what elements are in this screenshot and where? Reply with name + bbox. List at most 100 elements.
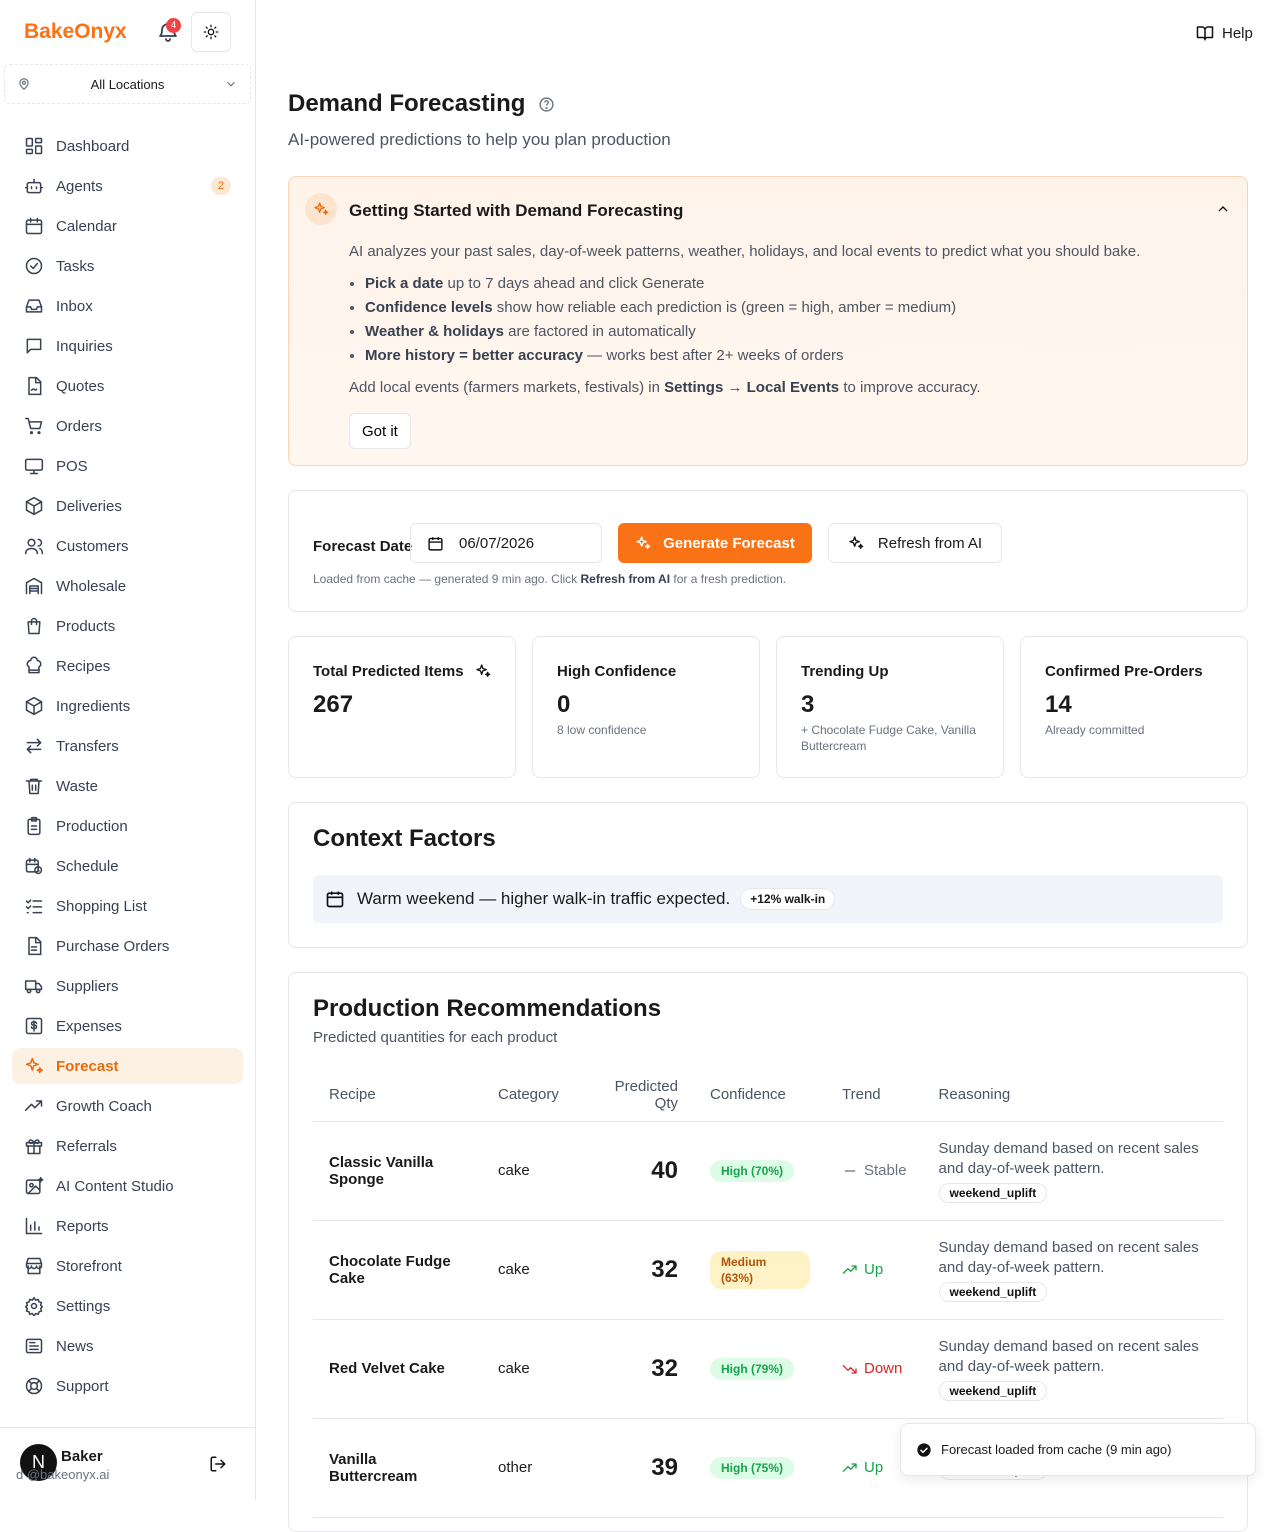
recipe-cell: Vanilla Buttercream [313, 1418, 482, 1518]
sidebar-item-storefront[interactable]: Storefront [12, 1248, 243, 1284]
brand-logo[interactable]: BakeOnyx [24, 20, 127, 44]
sidebar-item-calendar[interactable]: Calendar [12, 208, 243, 244]
refresh-from-ai-button[interactable]: Refresh from AI [828, 523, 1002, 563]
page-subtitle: AI-powered predictions to help you plan … [288, 130, 671, 149]
reasoning-tag: weekend_uplift [938, 1380, 1048, 1401]
column-header-reasoning[interactable]: Reasoning [922, 1069, 1223, 1122]
sidebar-item-news[interactable]: News [12, 1328, 243, 1364]
sidebar-item-inbox[interactable]: Inbox [12, 288, 243, 324]
stat-value: 267 [313, 691, 354, 718]
sidebar-item-schedule[interactable]: Schedule [12, 848, 243, 884]
help-label: Help [1222, 24, 1253, 42]
tip-text: are factored in automatically [503, 323, 696, 340]
column-header-recipe[interactable]: Recipe [313, 1069, 482, 1122]
got-it-button[interactable]: Got it [349, 413, 411, 449]
sidebar-item-agents[interactable]: Agents 2 [12, 168, 243, 204]
reasoning-tag: weekend_uplift [938, 1182, 1048, 1203]
reasoning-cell: Sunday demand based on recent sales and … [922, 1220, 1223, 1320]
bot-icon [24, 178, 44, 194]
sidebar-item-forecast[interactable]: Forecast [12, 1048, 243, 1084]
sidebar-item-waste[interactable]: Waste [12, 768, 243, 804]
user-name: Baker [61, 1448, 103, 1465]
user-email: d @bakeonyx.ai [16, 1467, 110, 1482]
logout-icon[interactable] [209, 1455, 227, 1473]
confidence-cell: High (79%) [694, 1319, 826, 1419]
trend-stable-icon [844, 1169, 856, 1172]
dollar-icon [25, 1017, 43, 1035]
table-row[interactable]: Red Velvet Cake cake 32 High (79%) Down Sunda… [313, 1319, 1223, 1419]
reasoning-text: Sunday demand based on recent sales and … [938, 1238, 1199, 1276]
sidebar-item-label: AI Content Studio [56, 1177, 174, 1195]
recommendations-title: Production Recommendations [313, 995, 662, 1022]
sidebar-item-settings[interactable]: Settings [12, 1288, 243, 1324]
column-header-trend[interactable]: Trend [826, 1069, 923, 1122]
sidebar-item-growth-coach[interactable]: Growth Coach [12, 1088, 243, 1124]
sidebar-item-shopping-list[interactable]: Shopping List [12, 888, 243, 924]
location-select[interactable]: All Locations [4, 64, 251, 104]
sidebar-item-label: Quotes [56, 377, 105, 395]
sidebar-item-transfers[interactable]: Transfers [12, 728, 243, 764]
sidebar-item-label: Dashboard [56, 137, 130, 155]
sidebar-item-label: Purchase Orders [56, 937, 170, 955]
sidebar-item-wholesale[interactable]: Wholesale [12, 568, 243, 604]
trend-label: Stable [864, 1162, 907, 1179]
sidebar-item-label: Forecast [56, 1057, 119, 1075]
category-cell: other [482, 1418, 577, 1518]
sidebar-item-ai-content-studio[interactable]: AI Content Studio [12, 1168, 243, 1204]
sidebar-item-customers[interactable]: Customers [12, 528, 243, 564]
column-header-predicted-qty[interactable]: Predicted Qty [577, 1069, 694, 1122]
sidebar-item-label: Waste [56, 777, 98, 795]
sidebar-item-pos[interactable]: POS [12, 448, 243, 484]
sidebar-item-dashboard[interactable]: Dashboard [12, 128, 243, 164]
sidebar: BakeOnyx 4 All Locations Dashboard Agents… [0, 0, 256, 1500]
trend-up-icon [842, 1264, 857, 1274]
sidebar-item-suppliers[interactable]: Suppliers [12, 968, 243, 1004]
reasoning-text: Sunday demand based on recent sales and … [938, 1337, 1199, 1375]
sidebar-item-expenses[interactable]: Expenses [12, 1008, 243, 1044]
sidebar-item-reports[interactable]: Reports [12, 1208, 243, 1244]
forecast-date-input[interactable]: 06/07/2026 [410, 523, 602, 563]
sidebar-item-inquiries[interactable]: Inquiries [12, 328, 243, 364]
column-header-category[interactable]: Category [482, 1069, 577, 1122]
forecast-date-card: Forecast Date 06/07/2026 Generate Foreca… [288, 490, 1248, 612]
sidebar-item-recipes[interactable]: Recipes [12, 648, 243, 684]
confidence-badge: High (70%) [710, 1159, 795, 1182]
stat-value: 3 [801, 691, 815, 718]
table-row[interactable]: Chocolate Fudge Cake cake 32 Medium (63%) Up… [313, 1220, 1223, 1320]
life-buoy-icon [25, 1377, 43, 1395]
sidebar-item-tasks[interactable]: Tasks [12, 248, 243, 284]
check-circle-icon [917, 1442, 931, 1457]
sidebar-item-quotes[interactable]: Quotes [12, 368, 243, 404]
dashboard-icon [25, 137, 43, 155]
sidebar-item-label: Ingredients [56, 697, 131, 715]
trending-up-icon [24, 1100, 43, 1111]
sidebar-item-production[interactable]: Production [12, 808, 243, 844]
sidebar-item-orders[interactable]: Orders [12, 408, 243, 444]
sidebar-item-label: POS [56, 457, 88, 475]
help-circle-icon[interactable] [538, 96, 555, 113]
trend-indicator: Up [842, 1261, 907, 1278]
column-header-confidence[interactable]: Confidence [694, 1069, 826, 1122]
category-cell: cake [482, 1121, 577, 1221]
table-row[interactable]: Classic Vanilla Sponge cake 40 High (70%) St… [313, 1121, 1223, 1221]
theme-toggle-button[interactable] [191, 12, 231, 52]
footer-text-end: to improve accuracy. [839, 379, 981, 396]
sidebar-item-deliveries[interactable]: Deliveries [12, 488, 243, 524]
sidebar-item-label: Orders [56, 417, 102, 435]
sidebar-item-referrals[interactable]: Referrals [12, 1128, 243, 1164]
sidebar-item-ingredients[interactable]: Ingredients [12, 688, 243, 724]
getting-started-footer: Add local events (farmers markets, festi… [349, 379, 981, 396]
help-button[interactable]: Help [1196, 24, 1253, 42]
sidebar-item-label: Growth Coach [56, 1097, 152, 1115]
file-text-icon [28, 936, 42, 956]
trend-label: Up [864, 1261, 884, 1278]
sidebar-item-purchase-orders[interactable]: Purchase Orders [12, 928, 243, 964]
sidebar-item-products[interactable]: Products [12, 608, 243, 644]
sidebar-item-support[interactable]: Support [12, 1368, 243, 1404]
chevron-up-icon[interactable] [1215, 201, 1231, 217]
generate-forecast-button[interactable]: Generate Forecast [618, 523, 812, 563]
calendar-icon [25, 217, 43, 235]
tip-text: show how reliable each prediction is (gr… [492, 299, 957, 316]
sidebar-nav: Dashboard Agents 2 Calendar Tasks Inbox Inquir… [12, 128, 243, 1408]
tip-title: Weather & holidays [365, 323, 504, 340]
